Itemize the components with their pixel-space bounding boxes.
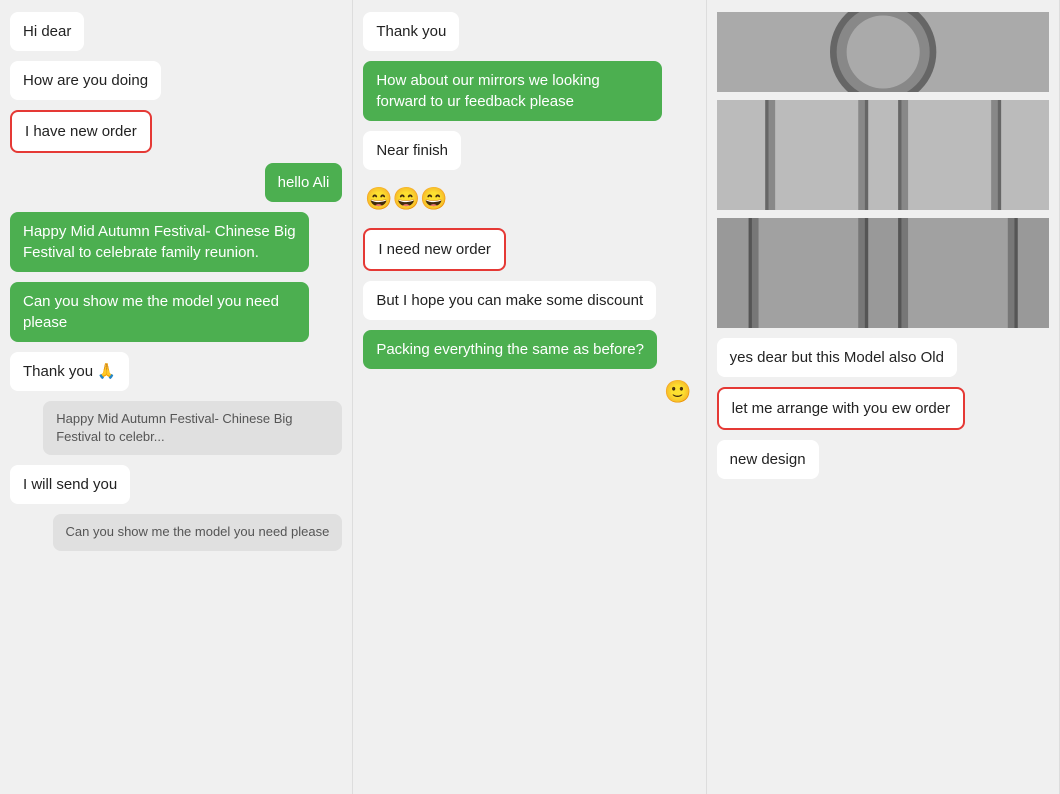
message-row: Hi dear bbox=[10, 12, 342, 51]
product-image-2 bbox=[717, 100, 1049, 210]
bubble-i-will-send: I will send you bbox=[10, 465, 130, 504]
bubble-yes-dear: yes dear but this Model also Old bbox=[717, 338, 957, 377]
message-row: Near finish bbox=[363, 131, 695, 170]
message-row: But I hope you can make some discount bbox=[363, 281, 695, 320]
emoji-icon: 🙂 bbox=[363, 379, 695, 405]
bubble-can-you-show-small: Can you show me the model you need pleas… bbox=[53, 514, 343, 550]
message-row: new design bbox=[717, 440, 1049, 479]
message-row: 😄😄😄 bbox=[363, 180, 695, 218]
bubble-how-about-mirrors: How about our mirrors we looking forward… bbox=[363, 61, 662, 121]
bubble-near-finish: Near finish bbox=[363, 131, 461, 170]
bubble-hello-ali: hello Ali bbox=[265, 163, 343, 202]
message-row: yes dear but this Model also Old bbox=[717, 338, 1049, 377]
chat-column-1: Hi dear How are you doing I have new ord… bbox=[0, 0, 353, 794]
product-image-1 bbox=[717, 12, 1049, 92]
bubble-packing: Packing everything the same as before? bbox=[363, 330, 657, 369]
bubble-i-have-new-order: I have new order bbox=[10, 110, 152, 153]
image-area bbox=[717, 12, 1049, 328]
message-row: How are you doing bbox=[10, 61, 342, 100]
bubble-new-design: new design bbox=[717, 440, 819, 479]
bubble-hi-dear: Hi dear bbox=[10, 12, 84, 51]
bubble-but-hope: But I hope you can make some discount bbox=[363, 281, 656, 320]
product-image-3 bbox=[717, 218, 1049, 328]
bubble-happy-festival: Happy Mid Autumn Festival- Chinese Big F… bbox=[10, 212, 309, 272]
message-row: Can you show me the model you need pleas… bbox=[10, 514, 342, 550]
message-row: Packing everything the same as before? bbox=[363, 330, 695, 369]
message-row: I will send you bbox=[10, 465, 342, 504]
message-row: Thank you 🙏 bbox=[10, 352, 342, 391]
chat-column-3: yes dear but this Model also Old let me … bbox=[707, 0, 1060, 794]
bubble-thank-you-pray: Thank you 🙏 bbox=[10, 352, 129, 391]
bubble-happy-festival-small: Happy Mid Autumn Festival- Chinese Big F… bbox=[43, 401, 342, 455]
bubble-let-me-arrange: let me arrange with you ew order bbox=[717, 387, 965, 430]
chat-column-2: Thank you How about our mirrors we looki… bbox=[353, 0, 706, 794]
bubble-can-you-show: Can you show me the model you need pleas… bbox=[10, 282, 309, 342]
message-row: Thank you bbox=[363, 12, 695, 51]
bubble-how-are-you: How are you doing bbox=[10, 61, 161, 100]
message-row: I have new order bbox=[10, 110, 342, 153]
bubble-emoji: 😄😄😄 bbox=[363, 180, 449, 218]
message-row: Happy Mid Autumn Festival- Chinese Big F… bbox=[10, 212, 342, 272]
bubble-thank-you: Thank you bbox=[363, 12, 459, 51]
message-row: I need new order bbox=[363, 228, 695, 271]
message-row: let me arrange with you ew order bbox=[717, 387, 1049, 430]
message-row: How about our mirrors we looking forward… bbox=[363, 61, 695, 121]
message-row: Happy Mid Autumn Festival- Chinese Big F… bbox=[10, 401, 342, 455]
bubble-i-need-new-order: I need new order bbox=[363, 228, 506, 271]
message-row: hello Ali bbox=[10, 163, 342, 202]
message-row: Can you show me the model you need pleas… bbox=[10, 282, 342, 342]
